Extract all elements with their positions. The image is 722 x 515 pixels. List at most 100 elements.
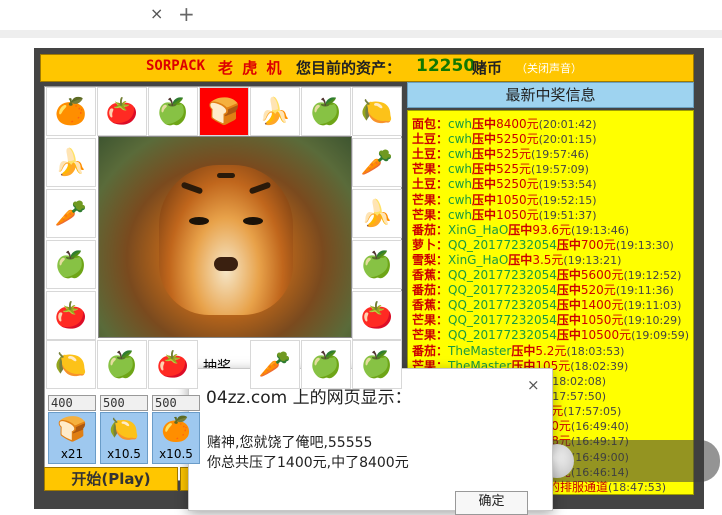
tiger-image (98, 136, 352, 338)
apple-icon: 🍏 (148, 87, 198, 136)
new-tab-button[interactable]: + (178, 2, 195, 26)
prize-amount: 700元 (580, 237, 616, 252)
browser-tab[interactable]: × (0, 0, 170, 30)
hit-label: 压中 (472, 132, 497, 147)
tomato-icon: 🍅 (148, 340, 198, 389)
timestamp: (18:02:08) (548, 375, 607, 388)
bet-amount-field[interactable]: 500 (100, 395, 148, 411)
winner-name: QQ_20177232054 (448, 298, 557, 313)
banana-icon: 🍌 (250, 87, 300, 136)
close-icon[interactable]: × (527, 376, 540, 394)
bet-amount-field[interactable]: 500 (152, 395, 200, 411)
bet-amount-field[interactable]: 400 (48, 395, 96, 411)
apple-icon: 🍏 (301, 340, 351, 389)
winner-name: QQ_20177232054 (448, 237, 557, 252)
tiger-face (159, 165, 293, 315)
list-item: 番茄：XinG_HaO压中93.6元(19:13:46) (412, 223, 629, 238)
prize-item: 萝卜： (412, 237, 449, 252)
winner-name: cwh (448, 192, 473, 207)
timestamp: (17:57:05) (563, 405, 622, 419)
close-icon[interactable]: × (150, 4, 163, 23)
mute-sound-link[interactable]: （关闭声音） (516, 60, 582, 76)
list-item: 芒果：cwh压中1050元(19:51:37) (412, 208, 597, 223)
winner-name: cwh (448, 117, 473, 131)
winner-name: cwh (448, 132, 473, 147)
hit-label: 压中 (472, 207, 497, 222)
timestamp: (19:57:46) (530, 148, 589, 162)
play-button[interactable]: 开始(Play) (44, 467, 178, 491)
timestamp: (19:13:21) (563, 253, 622, 267)
prize-item: 芒果： (412, 162, 449, 177)
prize-amount: 5600元 (580, 268, 624, 282)
prize-amount: 5250元 (496, 132, 539, 147)
game-title: 老 虎 机 (218, 59, 284, 77)
prize-amount: 5250元 (496, 177, 539, 192)
hit-label: 压中 (472, 117, 497, 131)
list-item: 香蕉：QQ_20177232054压中1400元(19:11:03) (412, 298, 681, 313)
timestamp: (19:09:59) (631, 329, 690, 343)
timestamp: (19:10:29) (623, 314, 682, 328)
list-item: 土豆：cwh压中525元(19:57:46) (412, 147, 589, 162)
timestamp: (20:01:15) (538, 133, 597, 147)
bet-option-button[interactable]: 🍋 x10.5 (100, 412, 148, 464)
timestamp: (19:57:09) (530, 163, 589, 177)
ok-button[interactable]: 确定 (455, 491, 528, 515)
winner-name: cwh (448, 177, 473, 192)
winner-name: cwh (448, 147, 473, 162)
timestamp: (19:51:37) (538, 208, 597, 222)
list-item: 芒果：cwh压中1050元(19:52:15) (412, 193, 597, 208)
prize-amount: 525元 (496, 147, 531, 162)
timestamp: (19:13:30) (615, 238, 674, 252)
timestamp: (18:03:53) (566, 344, 625, 358)
list-item: 番茄：TheMaster压中5.2元(18:03:53) (412, 344, 624, 359)
prize-item: 番茄： (412, 283, 449, 298)
browser-toolbar-edge (0, 30, 722, 38)
timestamp: (19:53:54) (538, 178, 597, 192)
apple-icon: 🍏 (301, 87, 351, 136)
orange-icon: 🍊 (161, 415, 191, 443)
winner-name: QQ_20177232054 (448, 268, 557, 282)
prize-item: 番茄： (412, 222, 449, 237)
hit-label: 压中 (511, 343, 536, 358)
dialog-message: 赌神,您就饶了俺吧,55555 (207, 435, 373, 451)
prize-item: 芒果： (412, 313, 449, 328)
hit-label: 压中 (556, 313, 581, 328)
prize-item: 香蕉： (412, 268, 449, 282)
tomato-icon: 🍅 (97, 87, 147, 136)
prize-amount: 5.2元 (535, 343, 567, 358)
timestamp: (20:01:42) (538, 118, 597, 131)
list-item: 萝卜：QQ_20177232054压中700元(19:13:30) (412, 238, 674, 253)
winner-name: QQ_20177232054 (448, 313, 557, 328)
hit-label: 压中 (472, 147, 497, 162)
hit-label: 压中 (556, 298, 581, 313)
assets-value: 12250 (416, 56, 476, 76)
hit-label: 压中 (472, 162, 497, 177)
hit-label: 压中 (556, 328, 581, 343)
lemon-icon: 🍋 (352, 87, 402, 136)
timestamp: (18:47:53) (608, 480, 667, 494)
timestamp: (19:52:15) (538, 193, 597, 207)
hit-label: 压中 (556, 237, 581, 252)
orange-icon: 🍊 (46, 87, 96, 136)
bet-option-button[interactable]: 🍞 x21 (48, 412, 96, 464)
list-item: 番茄：QQ_20177232054压中520元(19:11:36) (412, 283, 674, 298)
list-item: 土豆：cwh压中5250元(20:01:15) (412, 132, 597, 147)
brand-name: SORPACK (146, 58, 206, 74)
prize-amount: 3.5元 (532, 252, 564, 267)
lemon-icon: 🍋 (109, 415, 139, 443)
bread-icon: 🍞 (199, 87, 249, 136)
prize-item: 芒果： (412, 192, 449, 207)
timestamp: (19:13:46) (571, 223, 630, 237)
winner-name: XinG_HaO (448, 252, 509, 267)
apple-icon: 🍏 (46, 240, 96, 289)
bet-option-button[interactable]: 🍊 x10.5 (152, 412, 200, 464)
winner-name: QQ_20177232054 (448, 328, 557, 343)
apple-icon: 🍏 (352, 340, 402, 389)
prize-item: 番茄： (412, 343, 449, 358)
timestamp: (19:12:52) (623, 269, 682, 282)
hit-label: 压中 (508, 252, 533, 267)
prize-item: 土豆： (412, 177, 449, 192)
bread-icon: 🍞 (57, 415, 87, 443)
prize-item: 土豆： (412, 132, 449, 147)
list-item: 香蕉：QQ_20177232054压中5600元(19:12:52) (412, 268, 681, 283)
